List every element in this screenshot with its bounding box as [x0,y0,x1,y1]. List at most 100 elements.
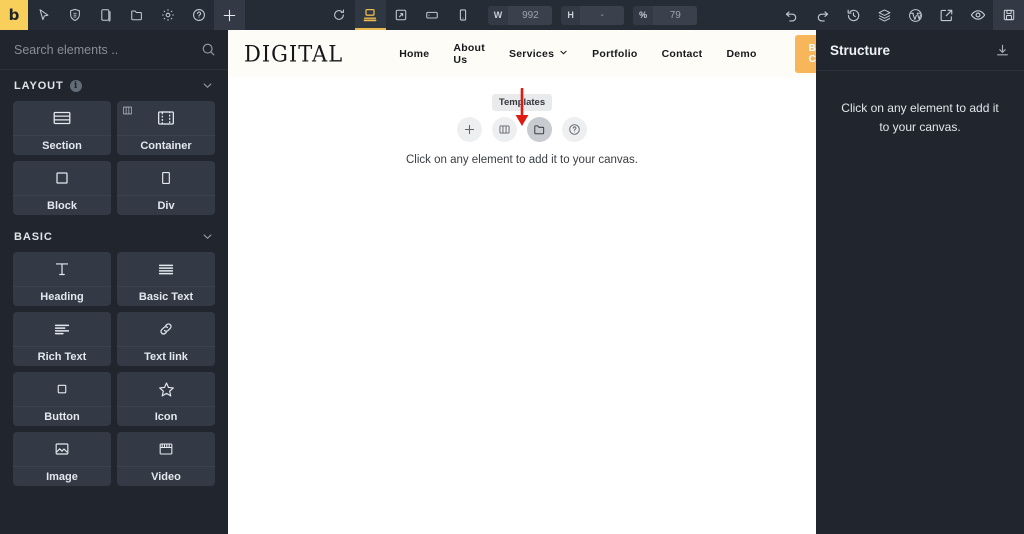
structure-header: Structure [816,30,1024,71]
element-label: Image [13,466,111,486]
basic-text-icon [117,252,215,286]
pointer-icon[interactable] [28,0,59,30]
structure-title: Structure [830,42,891,58]
element-label: Text link [117,346,215,366]
element-card-text-link[interactable]: Text link [117,312,215,366]
element-card-section[interactable]: Section [13,101,111,155]
nav-item-contact[interactable]: Contact [650,48,715,60]
section-title-layout: LAYOUT [14,79,64,92]
site-header[interactable]: DIGITAL Home About Us Services Portfolio… [228,30,816,77]
tablet-icon[interactable] [417,0,448,30]
layers-icon[interactable] [869,0,900,30]
height-label: H [567,10,575,20]
block-icon [13,161,111,195]
height-field[interactable]: H - [561,5,625,25]
button-icon [13,372,111,406]
mobile-icon[interactable] [448,0,479,30]
nav-label: Home [399,47,430,60]
nav-item-about-us[interactable]: About Us [441,42,497,66]
rich-text-icon [13,312,111,346]
brand-logo-button[interactable]: b [0,0,28,30]
zoom-field[interactable]: % 79 [633,5,698,25]
element-label: Icon [117,406,215,426]
image-icon [13,432,111,466]
history-icon[interactable] [838,0,869,30]
design-canvas[interactable]: DIGITAL Home About Us Services Portfolio… [228,30,816,534]
nav-label: Demo [726,47,757,60]
shield-icon[interactable] [59,0,90,30]
redo-icon[interactable] [807,0,838,30]
basic-elements-grid: Heading Basic Text Rich Text Text link B… [0,252,228,492]
nav-item-portfolio[interactable]: Portfolio [580,48,649,60]
preview-eye-icon[interactable] [962,0,993,30]
save-icon[interactable] [993,0,1024,30]
element-card-video[interactable]: Video [117,432,215,486]
element-card-block[interactable]: Block [13,161,111,215]
element-label: Section [13,135,111,155]
section-header-layout[interactable]: LAYOUT i [0,70,228,101]
element-card-basic-text[interactable]: Basic Text [117,252,215,306]
help-button[interactable] [562,117,587,142]
site-nav: Home About Us Services Portfolio Contact… [387,34,816,73]
chevron-down-icon[interactable] [201,230,214,243]
width-label: W [493,10,503,20]
search-input[interactable] [14,42,201,57]
element-label: Heading [13,286,111,306]
element-card-heading[interactable]: Heading [13,252,111,306]
video-icon [117,432,215,466]
nav-item-home[interactable]: Home [387,48,441,60]
desktop-icon[interactable] [354,0,386,30]
element-card-button[interactable]: Button [13,372,111,426]
undo-icon[interactable] [776,0,807,30]
element-label: Container [117,135,215,155]
width-field[interactable]: W 992 [487,5,553,25]
section-title-basic: BASIC [14,230,53,243]
builder-app: b W 992 H - % 79 Search elements .. LAYO… [0,0,1024,534]
layout-elements-grid: Section Container Block Div [0,101,228,221]
element-label: Rich Text [13,346,111,366]
workspace: LAYOUT i [0,30,1024,534]
search-icon[interactable] [201,42,216,57]
structure-empty-message: Click on any element to add it to your c… [841,101,999,134]
elements-scroll[interactable]: LAYOUT i Section Container Block Div BAS… [0,70,228,534]
element-label: Block [13,195,111,215]
section-header-basic[interactable]: BASIC [0,221,228,252]
nav-label: About Us [453,41,485,66]
element-card-icon[interactable]: Icon [117,372,215,426]
search-row[interactable] [0,30,228,70]
wordpress-icon[interactable] [900,0,931,30]
laptop-icon[interactable] [386,0,417,30]
toolbar-left-group [28,0,245,30]
pointer-arrow-annotation [510,87,534,133]
star-icon [117,372,215,406]
help-icon[interactable] [183,0,214,30]
element-label: Basic Text [117,286,215,306]
chevron-down-icon[interactable] [201,79,214,92]
element-label: Div [117,195,215,215]
zoom-value[interactable]: 79 [653,5,698,25]
width-value[interactable]: 992 [508,5,553,25]
nav-item-demo[interactable]: Demo [714,48,768,60]
add-button[interactable] [214,0,245,30]
breakpoint-group: W 992 H - % 79 [324,0,698,30]
element-card-div[interactable]: Div [117,161,215,215]
element-card-rich-text[interactable]: Rich Text [13,312,111,366]
element-card-container[interactable]: Container [117,101,215,155]
add-element-button[interactable] [457,117,482,142]
nav-item-services[interactable]: Services [497,48,580,60]
gear-icon[interactable] [152,0,183,30]
structure-panel: Structure Click on any element to add it… [816,30,1024,534]
book-consultation-button[interactable]: Book Consultation [794,34,816,73]
element-card-image[interactable]: Image [13,432,111,486]
page-icon[interactable] [90,0,121,30]
folder-icon[interactable] [121,0,152,30]
info-icon[interactable]: i [69,79,82,92]
site-logo[interactable]: DIGITAL [244,41,343,67]
element-label: Button [13,406,111,426]
refresh-icon[interactable] [324,0,355,30]
nav-label: Portfolio [592,47,638,60]
download-icon[interactable] [995,43,1010,58]
height-value[interactable]: - [580,5,625,25]
external-link-icon[interactable] [931,0,962,30]
section-icon [13,101,111,135]
